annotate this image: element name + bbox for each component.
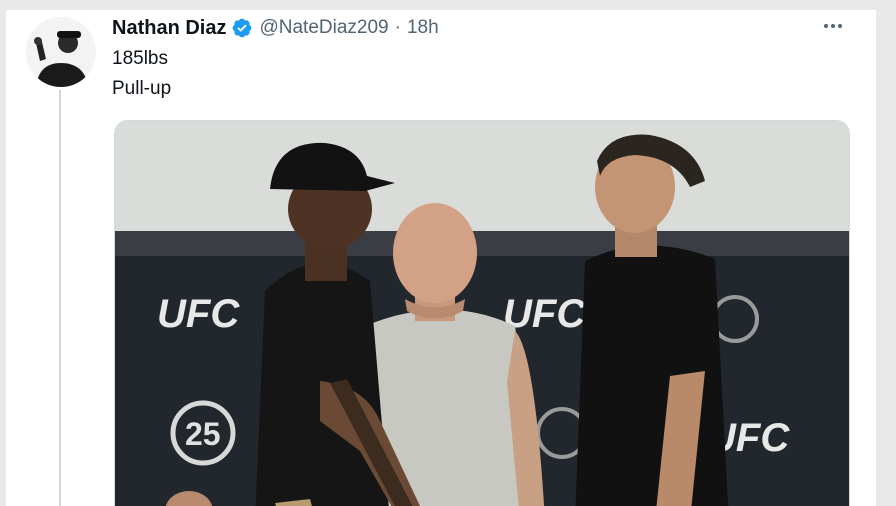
thread-line [59,90,61,506]
tweet-header: Nathan Diaz @NateDiaz209 · 18h [112,15,439,41]
faceoff-photo: UFC UFC UFC 25 [115,121,849,506]
verified-badge-icon [233,18,252,38]
more-options-icon[interactable] [818,15,848,37]
banner-ufc-logo-2: UFC [503,292,586,336]
banner-ufc-logo-1: UFC [157,292,240,336]
tweet-media-photo[interactable]: UFC UFC UFC 25 [114,120,850,506]
separator: · [394,17,401,38]
tweet-text-line-1: 185lbs [112,48,168,69]
tweet-text-line-2: Pull-up [112,78,172,99]
svg-text:25: 25 [185,416,221,452]
author-handle[interactable]: @NateDiaz209 [259,17,388,39]
author-name[interactable]: Nathan Diaz [112,17,226,40]
tweet-timestamp[interactable]: 18h [407,17,439,39]
avatar[interactable] [26,17,96,87]
avatar-photo [26,17,96,87]
tweet-card[interactable]: Nathan Diaz @NateDiaz209 · 18h 185lbs Pu… [6,10,876,506]
